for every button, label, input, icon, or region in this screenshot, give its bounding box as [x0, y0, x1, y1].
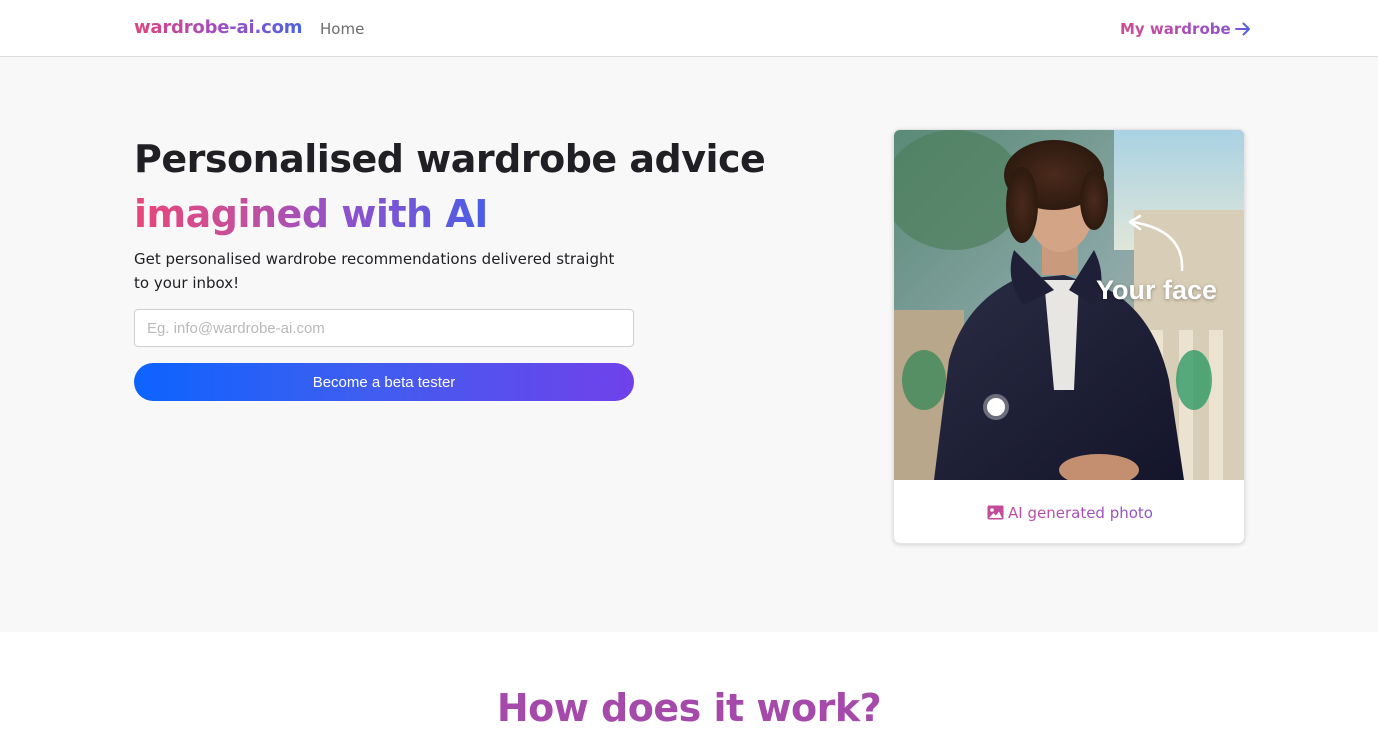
ai-photo-card: Your face AI generated photo — [893, 129, 1245, 544]
nav-home-link[interactable]: Home — [320, 20, 364, 38]
hero-section: Personalised wardrobe advice imagined wi… — [0, 57, 1378, 632]
my-wardrobe-label: My wardrobe — [1120, 20, 1231, 38]
hero-headline: Personalised wardrobe advice — [134, 137, 766, 181]
hero-headline-accent: imagined with AI — [134, 192, 488, 236]
photo-caption-text: AI generated photo — [1008, 503, 1153, 522]
photo-caption: AI generated photo — [894, 480, 1244, 543]
email-input[interactable] — [134, 309, 634, 347]
how-it-works-title: How does it work? — [496, 686, 882, 730]
navbar: wardrobe-ai.com Home My wardrobe — [0, 0, 1378, 57]
ai-generated-photo: Your face — [894, 130, 1244, 480]
my-wardrobe-link[interactable]: My wardrobe — [1120, 20, 1251, 38]
image-icon — [987, 505, 1004, 520]
your-face-overlay-label: Your face — [1096, 275, 1218, 305]
hero-subtext: Get personalised wardrobe recommendation… — [134, 250, 615, 292]
brand-logo-link[interactable]: wardrobe-ai.com — [134, 17, 302, 38]
how-it-works-section: How does it work? — [0, 632, 1378, 750]
arrow-right-icon — [1234, 22, 1250, 36]
become-beta-tester-button[interactable]: Become a beta tester — [134, 363, 634, 401]
